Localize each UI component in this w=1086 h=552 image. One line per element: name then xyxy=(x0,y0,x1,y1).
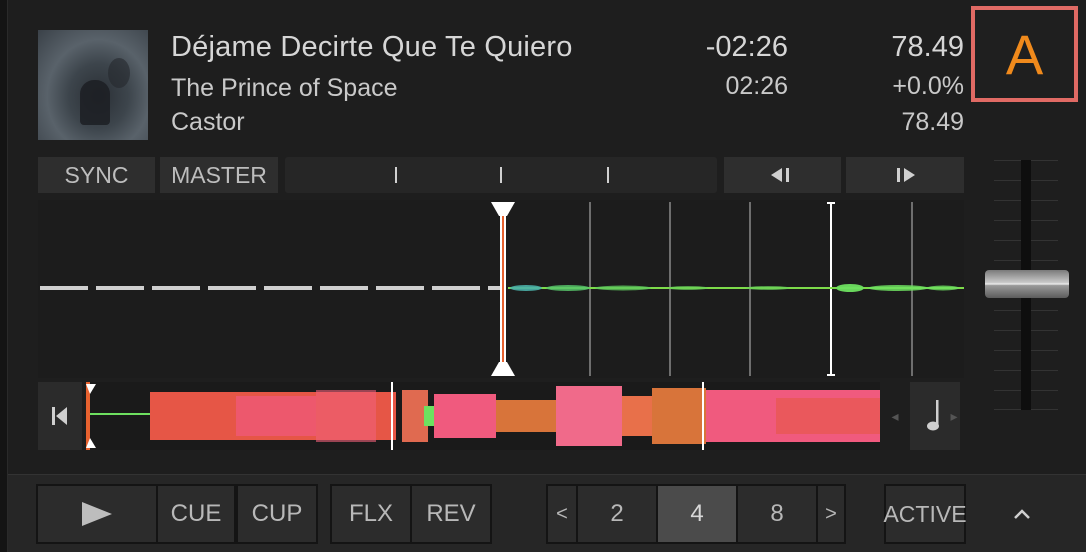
phase-tick xyxy=(395,167,397,183)
cue-button[interactable]: CUE xyxy=(156,484,236,544)
loop-size-4-button[interactable]: 4 xyxy=(656,484,738,544)
playhead-bottom-marker xyxy=(491,362,515,376)
waveform-display[interactable] xyxy=(38,200,964,378)
album-cover xyxy=(38,30,148,140)
collapse-button[interactable] xyxy=(1000,496,1044,532)
jump-back-icon xyxy=(770,168,789,182)
overview-waveform[interactable] xyxy=(86,382,880,450)
cover-figure xyxy=(80,80,110,125)
time-remaining: -02:26 xyxy=(705,31,788,63)
track-album: Castor xyxy=(171,108,245,136)
master-button[interactable]: MASTER xyxy=(160,157,278,193)
jump-forward-icon xyxy=(897,168,915,182)
beatjump-back-button[interactable] xyxy=(724,157,841,193)
jump-to-start-icon xyxy=(52,407,67,425)
beatjump-forward-button[interactable] xyxy=(846,157,964,193)
cover-shape xyxy=(108,58,130,88)
original-bpm: 78.49 xyxy=(901,108,964,136)
panel-edge xyxy=(0,0,8,552)
reverse-button[interactable]: REV xyxy=(410,484,492,544)
phase-tick-center xyxy=(500,167,502,183)
loop-size-next-button[interactable]: > xyxy=(816,484,846,544)
deck-letter-button[interactable]: A xyxy=(971,6,1078,102)
tempo-fader-handle[interactable] xyxy=(985,270,1069,298)
flux-button[interactable]: FLX xyxy=(330,484,412,544)
loop-size-2-button[interactable]: 2 xyxy=(576,484,658,544)
track-artist: The Prince of Space xyxy=(171,74,398,102)
cup-button[interactable]: CUP xyxy=(236,484,318,544)
bpm-display: 78.49 xyxy=(891,31,964,63)
phase-meter xyxy=(285,157,717,193)
play-button[interactable] xyxy=(36,484,158,544)
phase-tick xyxy=(607,167,609,183)
chevron-up-icon xyxy=(1014,509,1030,519)
track-overview: ◂ ▸ xyxy=(38,382,964,450)
jump-to-start-button[interactable] xyxy=(38,382,82,450)
sync-button[interactable]: SYNC xyxy=(38,157,155,193)
play-icon xyxy=(82,502,112,526)
time-elapsed: 02:26 xyxy=(725,72,788,100)
loop-size-8-button[interactable]: 8 xyxy=(736,484,818,544)
playhead-top-marker xyxy=(491,202,515,216)
tempo-offset: +0.0% xyxy=(892,72,964,100)
music-note-icon xyxy=(927,400,939,431)
loop-size-prev-button[interactable]: < xyxy=(546,484,578,544)
scroll-left-arrow[interactable]: ◂ xyxy=(884,382,906,450)
loop-active-button[interactable]: ACTIVE xyxy=(883,484,967,544)
track-title: Déjame Decirte Que Te Quiero xyxy=(171,31,573,63)
scroll-right-arrow[interactable]: ▸ xyxy=(944,382,964,450)
